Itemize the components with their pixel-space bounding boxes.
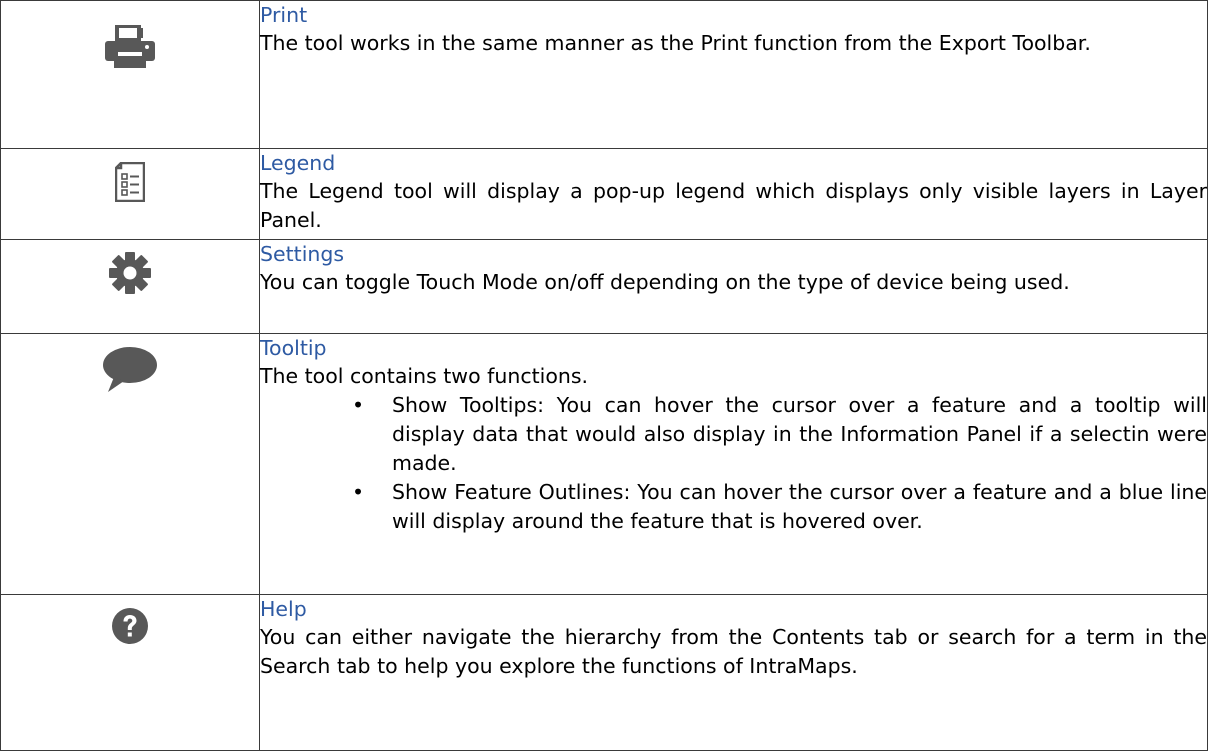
tool-description: The tool contains two functions. — [260, 364, 589, 388]
tool-title: Print — [260, 3, 308, 27]
icon-cell — [0, 148, 260, 240]
tool-description: The tool works in the same manner as the… — [260, 31, 1091, 55]
tool-description: The Legend tool will display a pop-up le… — [260, 179, 1207, 232]
bullet-list: • Show Tooltips: You can hover the curso… — [260, 391, 1207, 536]
list-item-text: Show Feature Outlines: You can hover the… — [392, 480, 1207, 533]
legend-icon — [115, 162, 145, 202]
tool-title: Tooltip — [260, 336, 327, 360]
table-row: Legend The Legend tool will display a po… — [0, 148, 1208, 240]
text-cell: Print The tool works in the same manner … — [259, 0, 1208, 149]
icon-cell — [0, 239, 260, 334]
tool-description: You can toggle Touch Mode on/off dependi… — [260, 270, 1070, 294]
tool-description: You can either navigate the hierarchy fr… — [260, 625, 1207, 678]
icon-cell — [0, 333, 260, 595]
text-cell: Settings You can toggle Touch Mode on/of… — [259, 239, 1208, 334]
printer-icon — [104, 25, 156, 69]
list-item: • Show Tooltips: You can hover the curso… — [344, 391, 1207, 478]
gear-icon — [109, 252, 151, 294]
icon-cell — [0, 0, 260, 149]
table-row: Print The tool works in the same manner … — [0, 0, 1208, 149]
tools-table: Print The tool works in the same manner … — [0, 0, 1208, 751]
tool-title: Help — [260, 597, 307, 621]
list-item: • Show Feature Outlines: You can hover t… — [344, 478, 1207, 536]
text-cell: Help You can either navigate the hierarc… — [259, 594, 1208, 751]
table-row: Help You can either navigate the hierarc… — [0, 594, 1208, 751]
table-row: Tooltip The tool contains two functions.… — [0, 333, 1208, 595]
text-cell: Legend The Legend tool will display a po… — [259, 148, 1208, 240]
icon-cell — [0, 594, 260, 751]
bullet-icon: • — [352, 480, 365, 504]
tool-title: Settings — [260, 242, 345, 266]
list-item-text: Show Tooltips: You can hover the cursor … — [392, 393, 1207, 475]
tool-title: Legend — [260, 151, 336, 175]
table-row: Settings You can toggle Touch Mode on/of… — [0, 239, 1208, 334]
question-icon — [111, 607, 149, 645]
bullet-icon: • — [352, 393, 365, 417]
text-cell: Tooltip The tool contains two functions.… — [259, 333, 1208, 595]
speech-bubble-icon — [102, 346, 158, 394]
